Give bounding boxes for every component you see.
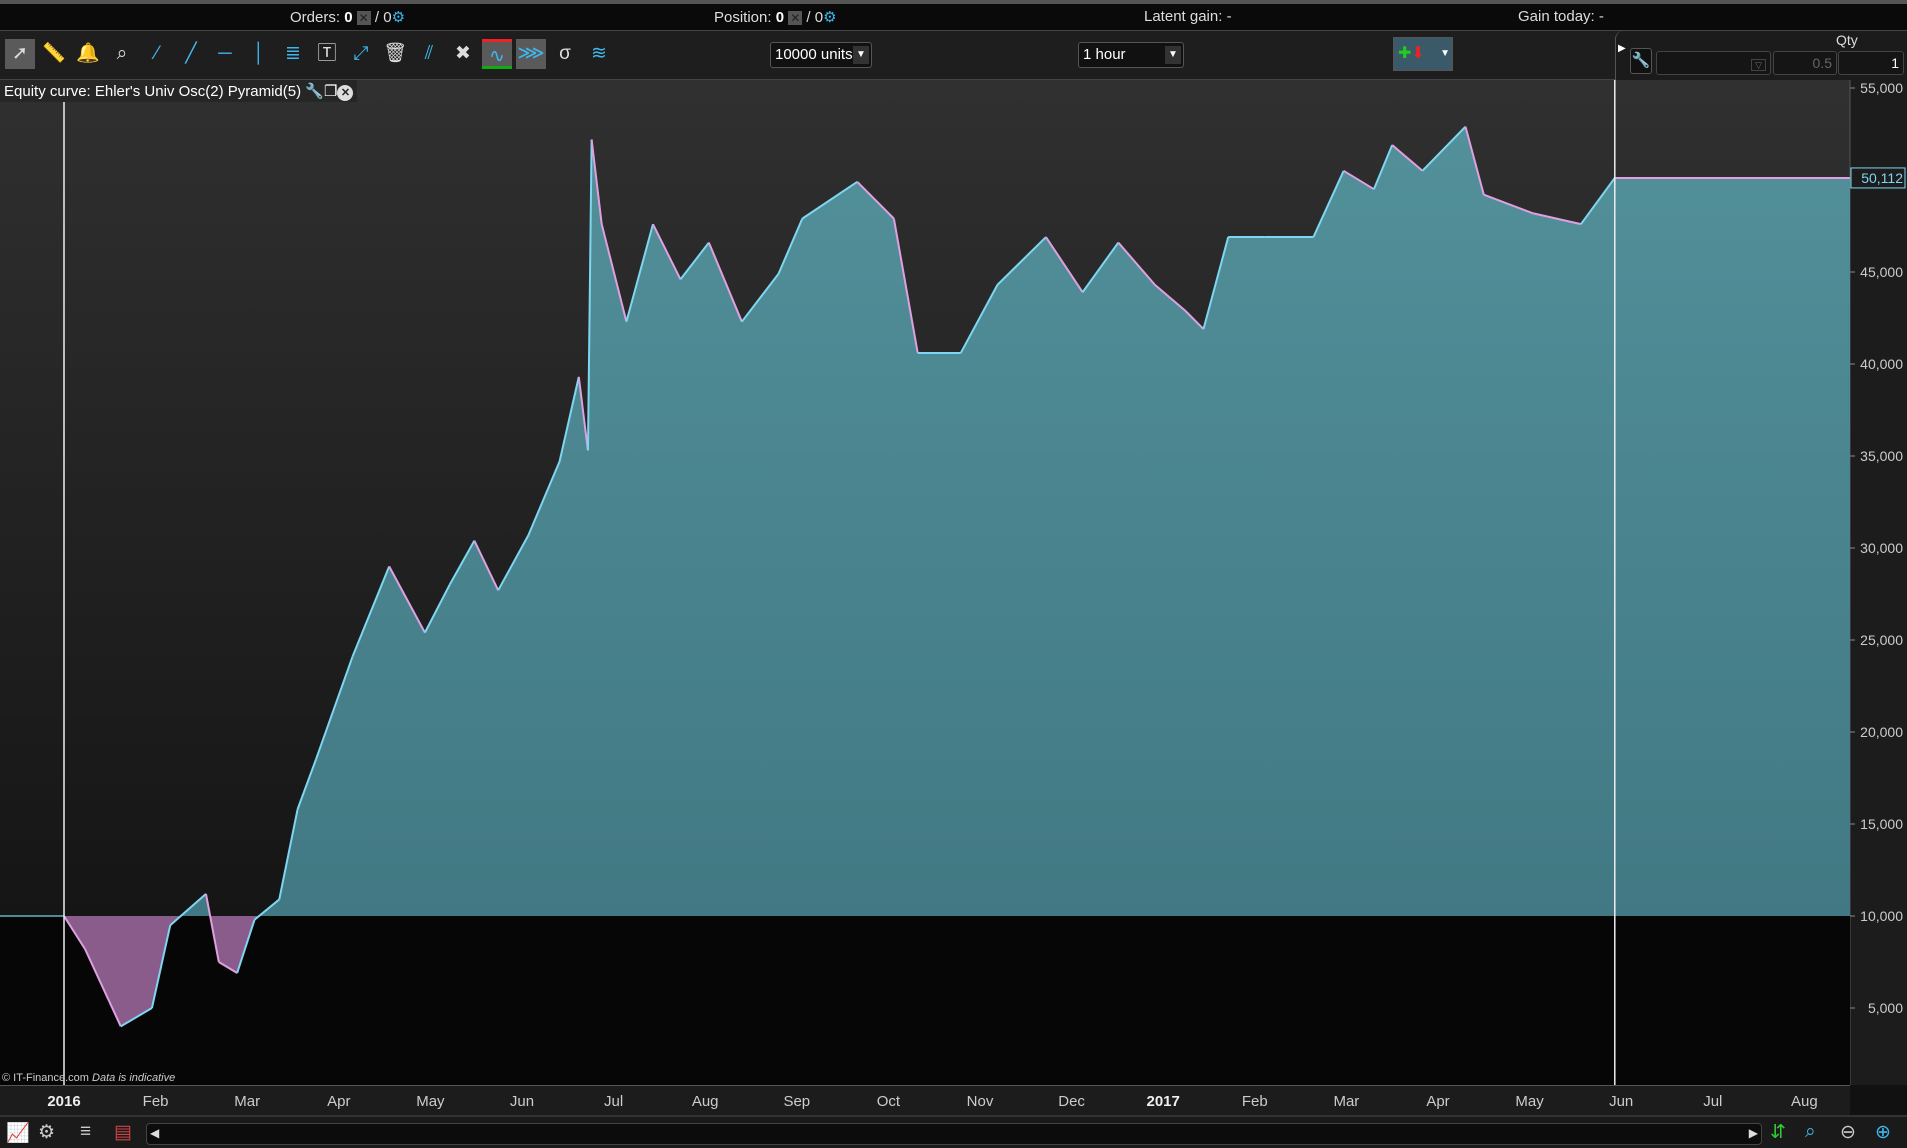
zoom-out-icon[interactable]: ⊖ xyxy=(1840,1121,1856,1144)
x-tick-label: Mar xyxy=(234,1093,261,1110)
window-icon[interactable]: ❐ xyxy=(324,83,337,100)
latent-gain: Latent gain: - xyxy=(1144,8,1232,25)
fibonacci-icon[interactable]: ≣ xyxy=(278,39,308,69)
scroll-right-icon[interactable]: ▶ xyxy=(1749,1126,1758,1140)
list-icon[interactable]: ≡ xyxy=(80,1121,91,1143)
x-tick-label: Dec xyxy=(1058,1093,1085,1110)
segment-icon[interactable]: ⁄ xyxy=(142,39,172,69)
position-status: Position: 0 ✕ / 0⚙ xyxy=(714,9,837,26)
indicators-icon[interactable]: ⚙ xyxy=(38,1121,55,1144)
close-position-icon[interactable]: ✕ xyxy=(788,11,803,26)
chevron-down-icon: ▽ xyxy=(1751,59,1766,71)
close-icon[interactable]: ✕ xyxy=(337,85,354,101)
x-tick-label: Aug xyxy=(1791,1093,1818,1110)
autoscale-icon[interactable]: ⇵ xyxy=(1770,1121,1786,1144)
copyright-note: © IT-Finance.com Data is indicative xyxy=(2,1072,175,1084)
y-tick-label: 20,000 xyxy=(1860,724,1903,740)
equity-chart[interactable]: 5,000 10,000 15,000 20,000 25,000 30,000 35,00… xyxy=(0,80,1907,1085)
zoom-icon[interactable]: ⌕ xyxy=(107,39,137,69)
zoom-vertical-icon[interactable]: ⌕ xyxy=(1805,1121,1816,1143)
tools-icon[interactable]: ✖ xyxy=(448,39,478,69)
indicator-legend: Equity curve: Ehler's Univ Osc(2) Pyrami… xyxy=(0,80,358,102)
horizontal-line-icon[interactable]: ─ xyxy=(210,39,240,69)
status-bar: Orders: 0 ✕ / 0⚙ Position: 0 ✕ / 0⚙ Late… xyxy=(0,4,1907,31)
qty-input[interactable]: 1 xyxy=(1838,51,1904,75)
chevron-down-icon: ▼ xyxy=(1440,48,1450,59)
y-axis-background xyxy=(1850,80,1907,1085)
time-scrollbar[interactable]: ◀ ▶ xyxy=(146,1123,1762,1145)
x-tick-label: Jun xyxy=(1609,1093,1634,1110)
bottom-toolbar: 📈 ⚙ ≡ ▤ ◀ ▶ ⇵ ⌕ ⊖ ⊕ xyxy=(0,1115,1907,1148)
x-tick-label: Nov xyxy=(966,1093,994,1110)
last-value-label: 50,112 xyxy=(1861,170,1903,186)
x-tick-label: Jun xyxy=(509,1093,535,1110)
y-tick-label: 40,000 xyxy=(1860,356,1903,372)
below-baseline-background xyxy=(0,916,1850,1085)
x-tick-label: Jul xyxy=(604,1093,624,1110)
expand-arrow-icon[interactable]: ▶ xyxy=(1618,43,1626,54)
parallel-icon[interactable]: ⫽ xyxy=(414,39,444,69)
zoom-in-icon[interactable]: ⊕ xyxy=(1875,1121,1891,1144)
x-tick-label: 2016 xyxy=(47,1093,81,1110)
x-tick-label: Aug xyxy=(691,1093,719,1110)
x-tick-label: Apr xyxy=(1426,1093,1450,1110)
y-tick-label: 30,000 xyxy=(1860,540,1903,556)
x-tick-label: Jul xyxy=(1703,1093,1723,1110)
orders-settings-icon[interactable]: ⚙ xyxy=(392,9,405,26)
legend-title: Equity curve: Ehler's Univ Osc(2) Pyrami… xyxy=(4,83,302,100)
units-value: 10000 units xyxy=(775,46,853,63)
regression-icon[interactable]: ≋ xyxy=(584,39,614,69)
strategy-button[interactable]: ✚⬇ ▼ xyxy=(1393,37,1453,71)
x-tick-label: Feb xyxy=(1241,1093,1268,1110)
x-tick-label: Oct xyxy=(876,1093,901,1110)
ruler-icon[interactable]: 📏 xyxy=(39,39,69,69)
disclaimer-text: Data is indicative xyxy=(92,1072,176,1084)
copyright-text: © IT-Finance.com xyxy=(2,1072,89,1084)
strategy-icon: ✚⬇ xyxy=(1398,45,1425,62)
cancel-orders-icon[interactable]: ✕ xyxy=(356,11,371,26)
timeframe-select[interactable]: 1 hour ▼ xyxy=(1078,42,1184,68)
channel-icon[interactable]: ∿ xyxy=(482,39,512,69)
x-tick-label: Feb xyxy=(142,1093,169,1110)
x-tick-label: Sep xyxy=(783,1093,811,1110)
std-dev-icon[interactable]: σ xyxy=(550,39,580,69)
x-tick-label: 2017 xyxy=(1146,1093,1180,1110)
chevron-down-icon: ▼ xyxy=(1165,46,1181,64)
trash-icon[interactable]: 🗑 xyxy=(380,39,410,69)
position-settings-icon[interactable]: ⚙ xyxy=(823,9,836,26)
y-tick-label: 55,000 xyxy=(1860,80,1903,96)
wrench-icon[interactable]: 🔧 xyxy=(1630,48,1652,74)
x-tick-label: May xyxy=(416,1093,445,1110)
timeframe-value: 1 hour xyxy=(1083,46,1126,63)
qty-step-field[interactable]: 0.5 xyxy=(1773,51,1837,75)
alert-bell-icon[interactable]: 🔔 xyxy=(73,39,103,69)
line-icon[interactable]: ╱ xyxy=(176,39,206,69)
chart-type-icon[interactable]: 📈 xyxy=(6,1121,30,1145)
vertical-line-icon[interactable]: │ xyxy=(244,39,274,69)
point-icon[interactable]: ⤢ xyxy=(346,39,376,69)
y-tick-label: 45,000 xyxy=(1860,264,1903,280)
cursor-icon[interactable]: ➚ xyxy=(5,39,35,69)
gain-today: Gain today: - xyxy=(1518,8,1604,25)
x-axis: 2016 Feb Mar Apr May Jun Jul Aug Sep Oct Nov Dec 201… xyxy=(0,1085,1850,1115)
y-tick-label: 15,000 xyxy=(1860,816,1903,832)
chevron-down-icon: ▼ xyxy=(853,46,869,64)
settings-wrench-icon[interactable]: 🔧 xyxy=(305,83,324,100)
text-icon[interactable]: 🅃 xyxy=(312,39,342,69)
y-tick-label: 35,000 xyxy=(1860,448,1903,464)
x-tick-label: May xyxy=(1515,1093,1544,1110)
order-panel: ▶ 🔧 Qty ▽ 0.5 1 xyxy=(1615,31,1907,80)
units-select[interactable]: 10000 units ▼ xyxy=(770,42,872,68)
y-tick-label: 10,000 xyxy=(1860,908,1903,924)
x-tick-label: Apr xyxy=(327,1093,351,1110)
account-select[interactable]: ▽ xyxy=(1656,51,1771,75)
depth-icon[interactable]: ▤ xyxy=(114,1121,132,1144)
x-tick-label: Mar xyxy=(1333,1093,1360,1110)
orders-status: Orders: 0 ✕ / 0⚙ xyxy=(290,9,406,26)
y-tick-label: 25,000 xyxy=(1860,632,1903,648)
scroll-left-icon[interactable]: ◀ xyxy=(150,1126,159,1140)
triangle-channel-icon[interactable]: ⋙ xyxy=(516,39,546,69)
qty-label: Qty xyxy=(1836,32,1858,48)
y-tick-label: 5,000 xyxy=(1868,1000,1903,1016)
